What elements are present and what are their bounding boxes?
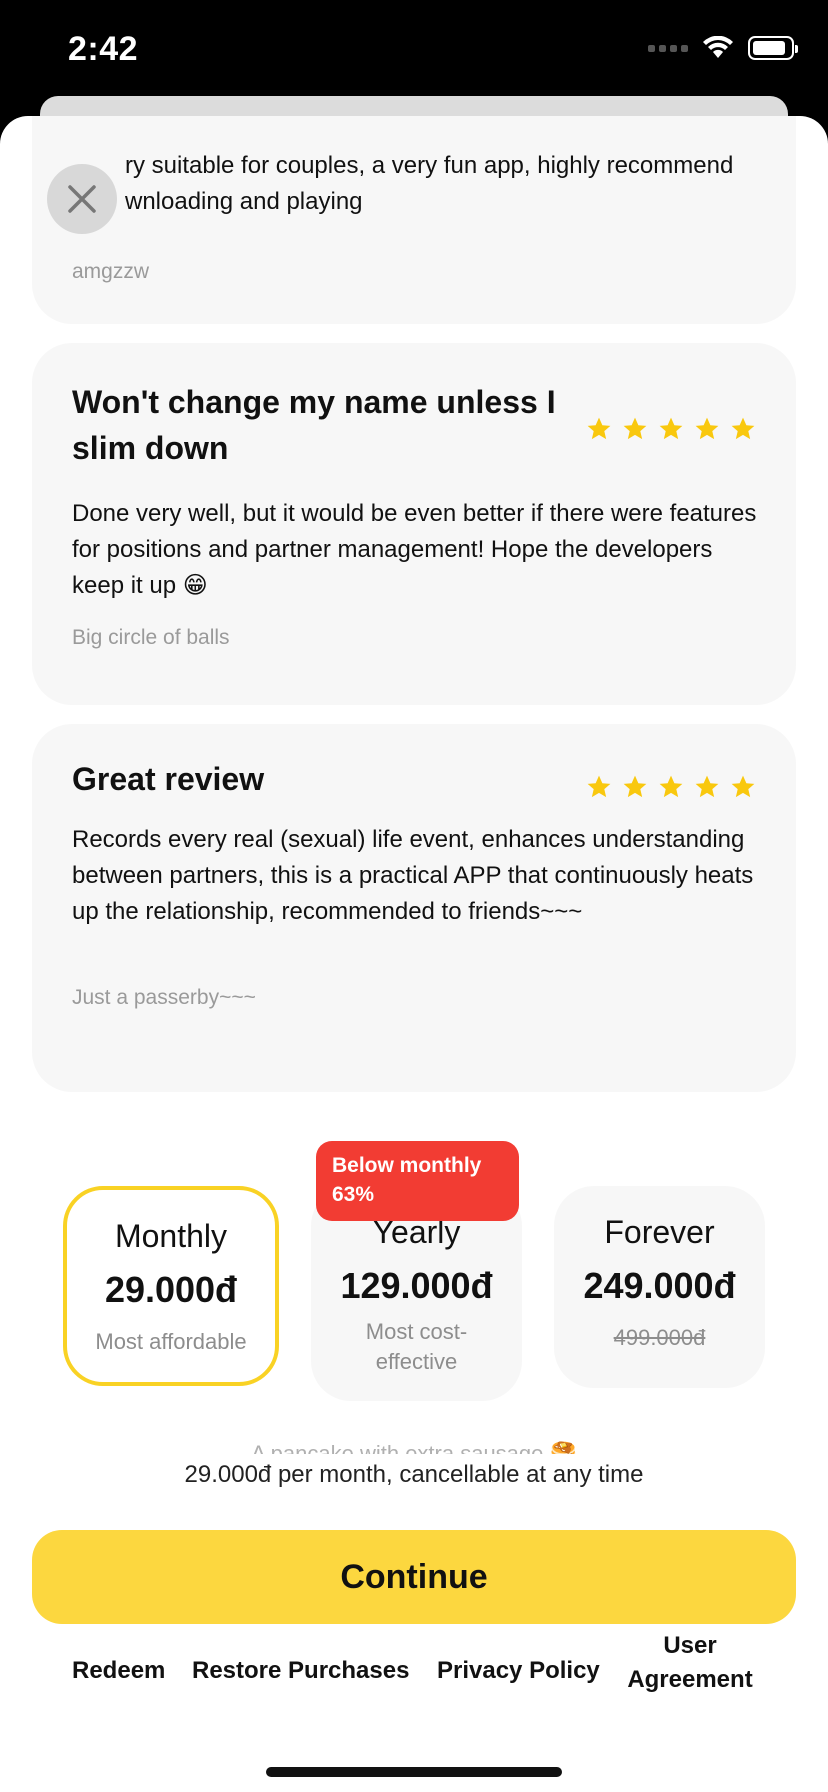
star-icon xyxy=(659,775,683,798)
star-icon xyxy=(587,775,611,798)
price-summary: 29.000đ per month, cancellable at any ti… xyxy=(184,1461,644,1488)
close-button[interactable] xyxy=(47,164,117,234)
home-indicator xyxy=(266,1767,562,1777)
plan-monthly[interactable]: Monthly 29.000đ Most affordable xyxy=(63,1186,279,1386)
star-icon xyxy=(623,417,647,440)
review-author: Big circle of balls xyxy=(72,626,230,649)
review-body: Done very well, but it would be even bet… xyxy=(72,500,757,599)
wifi-icon xyxy=(703,36,733,58)
redeem-link[interactable]: Redeem xyxy=(72,1657,165,1685)
star-icon xyxy=(695,775,719,798)
star-icon xyxy=(731,775,755,798)
review-card: ry suitable for couples, a very fun app,… xyxy=(32,116,796,324)
star-icon xyxy=(695,417,719,440)
review-body: Records every real (sexual) life event, … xyxy=(72,826,754,925)
restore-purchases-link[interactable]: Restore Purchases xyxy=(192,1657,409,1685)
subscription-sheet: ry suitable for couples, a very fun app,… xyxy=(0,116,828,1792)
plan-price: 29.000đ xyxy=(104,1269,238,1310)
continue-button[interactable]: Continue xyxy=(32,1530,796,1624)
review-title: Great review xyxy=(72,761,265,797)
status-bar: 2:42 xyxy=(0,0,828,96)
star-icon xyxy=(659,417,683,440)
star-rating xyxy=(586,416,756,442)
plan-name: Forever xyxy=(604,1214,715,1250)
star-icon xyxy=(731,417,755,440)
privacy-policy-link[interactable]: Privacy Policy xyxy=(437,1657,600,1685)
review-card: Won't change my name unless I slim down … xyxy=(32,343,796,705)
star-icon xyxy=(587,417,611,440)
plan-forever[interactable]: Forever 249.000đ 499.000đ xyxy=(554,1186,765,1388)
review-body-continued: wnloading and playing xyxy=(125,188,363,215)
review-title: Won't change my name unless I slim down xyxy=(72,384,556,466)
review-card: Great review Records every real (sexual)… xyxy=(32,724,796,1092)
plan-price: 129.000đ xyxy=(340,1265,493,1306)
status-icons xyxy=(648,36,798,60)
close-icon xyxy=(68,185,96,213)
review-author: Just a passerby~~~ xyxy=(72,986,256,1009)
discount-badge: Below monthly 63% xyxy=(316,1141,519,1221)
plan-teaser-text: A pancake with extra sausage 🥞 xyxy=(251,1441,577,1454)
star-icon xyxy=(623,775,647,798)
plan-note: Most affordable xyxy=(95,1329,247,1354)
review-author: amgzzw xyxy=(72,260,150,283)
plan-price: 249.000đ xyxy=(583,1265,736,1306)
plan-note: Most cost- effective xyxy=(365,1319,468,1374)
star-rating xyxy=(586,774,756,800)
cellular-signal-icon xyxy=(648,44,688,52)
status-time: 2:42 xyxy=(68,30,139,68)
user-agreement-link[interactable]: User Agreement xyxy=(624,1629,756,1697)
plan-name: Monthly xyxy=(114,1218,228,1254)
original-price: 499.000đ xyxy=(613,1325,706,1350)
review-body: ry suitable for couples, a very fun app,… xyxy=(125,152,734,179)
battery-icon xyxy=(748,36,798,60)
